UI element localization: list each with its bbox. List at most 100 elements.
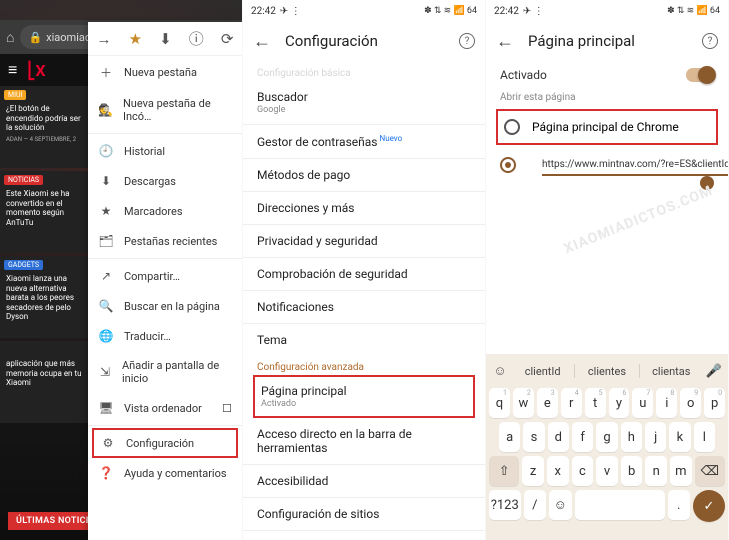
- menu-new-incognito-tab[interactable]: 🕵Nueva pestaña de Incó…: [88, 89, 242, 131]
- pref-addresses[interactable]: Direcciones y más: [243, 192, 485, 224]
- menu-bookmarks[interactable]: ★Marcadores: [88, 196, 242, 226]
- find-in-page-icon: 🔍: [98, 299, 114, 313]
- status-right-icons: ✽ ⇅ ≋ 📶 64: [424, 6, 477, 16]
- menu-label: Historial: [124, 145, 165, 158]
- key-k[interactable]: k: [669, 422, 690, 452]
- key-h[interactable]: h: [621, 422, 642, 452]
- key-a[interactable]: a: [499, 422, 520, 452]
- key-v[interactable]: v: [596, 456, 618, 486]
- pref-search-engine[interactable]: BuscadorGoogle: [243, 81, 485, 124]
- option-custom-url[interactable]: https://www.mintnav.com/?re=ES&clientId=…: [486, 145, 728, 184]
- menu-add-to-home[interactable]: ⇲Añadir a pantalla de inicio: [88, 351, 242, 393]
- key-f[interactable]: f: [572, 422, 593, 452]
- key-space[interactable]: [575, 490, 665, 520]
- menu-share[interactable]: ↗Compartir…: [88, 261, 242, 291]
- pref-notifications[interactable]: Notificaciones: [243, 291, 485, 323]
- pref-site-settings[interactable]: Configuración de sitios: [243, 498, 485, 530]
- menu-recent-tabs[interactable]: 🗂Pestañas recientes: [88, 226, 242, 256]
- key-b[interactable]: b: [621, 456, 643, 486]
- checkbox-icon[interactable]: ☐: [222, 402, 232, 415]
- back-icon[interactable]: ←: [496, 31, 514, 52]
- key-symbols[interactable]: ?123: [489, 490, 521, 520]
- menu-settings[interactable]: ⚙Configuración: [92, 428, 238, 458]
- key-smile[interactable]: ☺: [549, 490, 572, 520]
- menu-find-in-page[interactable]: 🔍Buscar en la página: [88, 291, 242, 321]
- key-y[interactable]: y6: [609, 388, 630, 418]
- key-r[interactable]: r4: [561, 388, 582, 418]
- pref-accessibility[interactable]: Accesibilidad: [243, 465, 485, 497]
- key-shift[interactable]: ⇧: [489, 456, 519, 486]
- radio-off-icon[interactable]: [504, 119, 520, 135]
- key-q[interactable]: q1: [489, 388, 510, 418]
- option-chrome-homepage[interactable]: Página principal de Chrome: [496, 109, 718, 145]
- emoji-icon[interactable]: ☺: [489, 363, 511, 379]
- pref-theme[interactable]: Tema: [243, 324, 485, 356]
- article-card[interactable]: GADGETSXiaomi lanza una nueva alternativ…: [0, 256, 90, 338]
- key-m[interactable]: m: [670, 456, 692, 486]
- key-enter[interactable]: ✓: [693, 490, 725, 522]
- settings-list[interactable]: Configuración básica BuscadorGoogleGesto…: [243, 62, 485, 540]
- menu-new-tab[interactable]: ＋Nueva pestaña: [88, 56, 242, 89]
- activated-label: Activado: [500, 68, 547, 82]
- menu-help[interactable]: ❓Ayuda y comentarios: [88, 458, 242, 488]
- menu-label: Vista ordenador: [124, 402, 202, 415]
- pref-privacy[interactable]: Privacidad y seguridad: [243, 225, 485, 257]
- key-x[interactable]: x: [547, 456, 569, 486]
- share-icon: ↗: [98, 269, 114, 283]
- card-meta: ADAN — 4 SEPTIEMBRE, 2: [6, 136, 84, 143]
- forward-icon[interactable]: →: [97, 30, 112, 48]
- key-j[interactable]: j: [645, 422, 666, 452]
- key-s[interactable]: s: [523, 422, 544, 452]
- menu-history[interactable]: 🕘Historial: [88, 136, 242, 166]
- article-feed[interactable]: MIUI¿El botón de encendido podría ser la…: [0, 86, 90, 540]
- suggestion-2[interactable]: clientes: [577, 365, 636, 378]
- suggestion-3[interactable]: clientas: [642, 365, 701, 378]
- screen-homepage-setting: 22:42✈ ⋮ ✽ ⇅ ≋ 📶 64 ← Página principal ?…: [486, 0, 729, 540]
- key-g[interactable]: g: [596, 422, 617, 452]
- key-backspace[interactable]: ⌫: [695, 456, 725, 486]
- key-o[interactable]: o9: [680, 388, 701, 418]
- pref-languages[interactable]: Idiomas: [243, 531, 485, 540]
- star-icon[interactable]: ★: [129, 30, 142, 48]
- menu-desktop-site[interactable]: 🖥Vista ordenador☐: [88, 393, 242, 423]
- download-icon[interactable]: ⬇: [159, 30, 172, 48]
- app-bar: ← Configuración ?: [243, 20, 485, 62]
- key-c[interactable]: c: [572, 456, 594, 486]
- key-d[interactable]: d: [548, 422, 569, 452]
- reload-icon[interactable]: ⟳: [221, 30, 234, 48]
- menu-translate[interactable]: 🌐Traducir…: [88, 321, 242, 351]
- radio-on-icon[interactable]: [500, 157, 516, 173]
- help-icon[interactable]: ?: [702, 33, 718, 49]
- back-icon[interactable]: ←: [253, 31, 271, 52]
- pref-homepage[interactable]: Página principalActivado: [253, 375, 475, 418]
- text-cursor-handle[interactable]: [700, 176, 714, 190]
- help-icon[interactable]: ?: [459, 33, 475, 49]
- key-z[interactable]: z: [522, 456, 544, 486]
- suggestion-1[interactable]: clientId: [513, 365, 572, 378]
- key-l[interactable]: l: [694, 422, 715, 452]
- key-n[interactable]: n: [645, 456, 667, 486]
- hamburger-icon[interactable]: ≡: [8, 60, 17, 80]
- key-w[interactable]: w2: [513, 388, 534, 418]
- pref-safety-check[interactable]: Comprobación de seguridad: [243, 258, 485, 290]
- pref-passwords[interactable]: Gestor de contraseñasNuevo: [243, 125, 485, 158]
- home-icon[interactable]: ⌂: [6, 29, 14, 46]
- article-card[interactable]: MIUI¿El botón de encendido podría ser la…: [0, 86, 90, 168]
- article-card[interactable]: NOTICIASEste Xiaomi se ha convertido en …: [0, 171, 90, 253]
- mic-icon[interactable]: 🎤: [703, 364, 725, 379]
- key-i[interactable]: i8: [656, 388, 677, 418]
- key-t[interactable]: t5: [585, 388, 606, 418]
- pref-toolbar-shortcut[interactable]: Acceso directo en la barra de herramient…: [243, 418, 485, 464]
- homepage-url-input[interactable]: https://www.mintnav.com/?re=ES&clientId=…: [542, 157, 729, 176]
- key-period[interactable]: .: [668, 490, 691, 520]
- pref-label: Privacidad y seguridad: [257, 234, 471, 248]
- key-slash[interactable]: /: [524, 490, 547, 520]
- activated-toggle[interactable]: [686, 68, 714, 82]
- key-e[interactable]: e3: [537, 388, 558, 418]
- article-card[interactable]: aplicación que más memoria ocupa en tu X…: [0, 341, 90, 423]
- key-u[interactable]: u7: [632, 388, 653, 418]
- pref-payment[interactable]: Métodos de pago: [243, 159, 485, 191]
- info-icon[interactable]: ⓘ: [189, 28, 204, 49]
- menu-downloads[interactable]: ⬇Descargas: [88, 166, 242, 196]
- key-p[interactable]: p0: [704, 388, 725, 418]
